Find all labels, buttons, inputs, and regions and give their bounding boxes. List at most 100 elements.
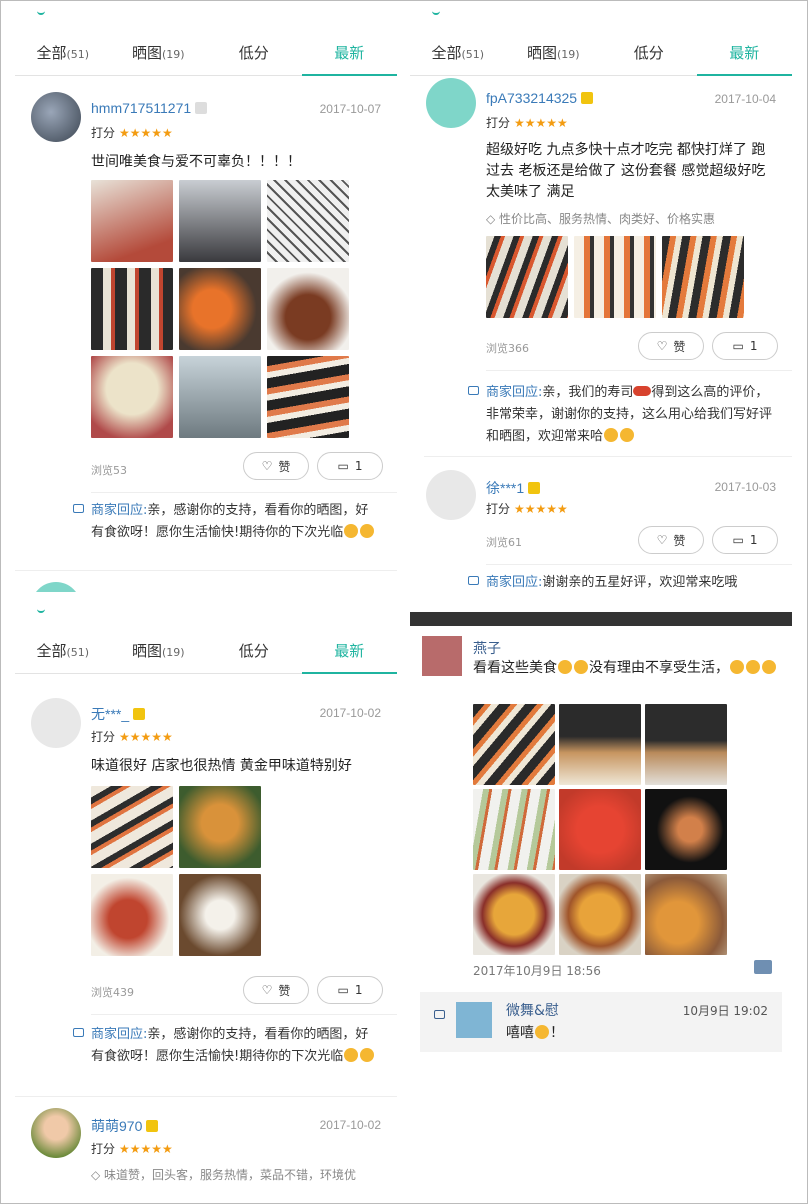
view-count: 浏览366	[486, 342, 529, 355]
review-item: fpA733214325 2017-10-04 打分 ★★★★★ 超级好吃 九点多…	[410, 76, 792, 592]
photo[interactable]	[91, 356, 173, 438]
photo[interactable]	[91, 786, 173, 868]
comment-text: 嘻嘻！	[506, 1025, 564, 1041]
avatar[interactable]	[31, 582, 81, 592]
more-actions-icon[interactable]	[754, 960, 772, 974]
tab-all[interactable]: 全部(51)	[15, 32, 111, 75]
tab-low-score[interactable]: 低分	[601, 32, 697, 75]
like-button[interactable]: ♡ 赞	[243, 452, 309, 480]
username[interactable]: 萌萌970	[91, 1116, 159, 1136]
dizzy-emoji-icon	[746, 660, 760, 674]
avatar[interactable]	[426, 78, 476, 128]
tab-photos[interactable]: 晒图(19)	[111, 630, 207, 673]
avatar[interactable]	[456, 1002, 492, 1038]
avatar[interactable]	[31, 92, 81, 142]
avatar[interactable]	[426, 470, 476, 520]
comment-icon: ▭	[337, 459, 349, 473]
username[interactable]: 徐***1	[486, 478, 541, 498]
username[interactable]: 无***_	[91, 704, 146, 724]
username[interactable]: fpA733214325	[486, 90, 594, 106]
status-mark	[37, 608, 45, 613]
comment-icon: ▭	[732, 533, 744, 547]
tab-all[interactable]: 全部(51)	[410, 32, 506, 75]
comment-button[interactable]: ▭ 1	[317, 976, 383, 1004]
avatar[interactable]	[31, 1108, 81, 1158]
photo[interactable]	[267, 268, 349, 350]
heart-eyes-emoji-icon	[574, 660, 588, 674]
username[interactable]: hmm717511271	[91, 100, 208, 116]
photo[interactable]	[473, 874, 555, 955]
tab-low-score[interactable]: 低分	[206, 32, 302, 75]
photo[interactable]	[179, 356, 261, 438]
photo[interactable]	[179, 268, 261, 350]
review-date: 2017-10-04	[714, 92, 776, 106]
rating-stars-icon: ★★★★★	[514, 502, 568, 516]
photo[interactable]	[645, 874, 727, 955]
photo[interactable]	[574, 236, 656, 318]
comment-icon	[434, 1010, 445, 1019]
photo[interactable]	[559, 789, 641, 870]
like-button[interactable]: ♡ 赞	[243, 976, 309, 1004]
tab-low-score[interactable]: 低分	[206, 630, 302, 673]
heart-icon: ♡	[656, 339, 668, 353]
moment-text: 看看这些美食 没有理由不享受生活，	[473, 658, 782, 679]
photo[interactable]	[486, 236, 568, 318]
post-time: 2017年10月9日 18:56	[473, 964, 601, 978]
photo[interactable]	[473, 789, 555, 870]
moment-panel: 燕子 看看这些美食 没有理由不享受生活， 2017年10月9日 18:56 微舞&…	[410, 612, 792, 1056]
poster-name[interactable]: 燕子	[473, 638, 501, 658]
comment-button[interactable]: ▭ 1	[712, 332, 778, 360]
photo[interactable]	[473, 704, 555, 785]
score-row: 打分 ★★★★★	[91, 126, 173, 140]
tab-all[interactable]: 全部(51)	[15, 630, 111, 673]
photo[interactable]	[645, 789, 727, 870]
like-button[interactable]: ♡ 赞	[638, 332, 704, 360]
photo[interactable]	[559, 704, 641, 785]
photo[interactable]	[559, 874, 641, 955]
photo[interactable]	[267, 356, 349, 438]
review-tabs: 全部(51) 晒图(19) 低分 最新	[410, 32, 792, 76]
heart-eyes-emoji-icon	[558, 660, 572, 674]
tab-latest[interactable]: 最新	[301, 32, 398, 76]
like-button[interactable]: ♡ 赞	[638, 526, 704, 554]
photo[interactable]	[267, 180, 349, 262]
review-item: hmm717511271 2017-10-07 打分 ★★★★★ 世间唯美食与爱不…	[15, 84, 397, 592]
photo[interactable]	[645, 704, 727, 785]
reply-bubble-icon	[73, 1028, 84, 1037]
tab-latest[interactable]: 最新	[301, 630, 398, 674]
rating-stars-icon: ★★★★★	[119, 730, 173, 744]
tab-photos[interactable]: 晒图(19)	[506, 32, 602, 75]
status-bar	[410, 612, 792, 626]
avatar[interactable]	[31, 698, 81, 748]
view-count: 浏览53	[91, 464, 127, 477]
tab-photos[interactable]: 晒图(19)	[111, 32, 207, 75]
commenter-name[interactable]: 微舞&慰	[506, 1000, 559, 1020]
username[interactable]: fpA733214325	[91, 590, 182, 592]
reply-bubble-icon	[468, 386, 479, 395]
photo[interactable]	[91, 180, 173, 262]
review-date: 2017-10-07	[319, 102, 381, 116]
photo[interactable]	[91, 268, 173, 350]
review-date: 2017-10-02	[319, 706, 381, 720]
photo-grid	[91, 180, 349, 438]
photo[interactable]	[662, 236, 744, 318]
avatar[interactable]	[422, 636, 462, 676]
review-date: 2017-10-02	[319, 1118, 381, 1132]
review-tags: ◇ 味道赞，回头客，服务热情，菜品不错，环境优	[91, 1168, 357, 1182]
smile-emoji-icon	[360, 524, 375, 538]
smile-emoji-icon	[344, 524, 359, 538]
comment-button[interactable]: ▭ 1	[712, 526, 778, 554]
rating-stars-icon: ★★★★★	[119, 1142, 173, 1156]
vip-badge-icon	[133, 708, 146, 720]
score-row: 打分 ★★★★★	[486, 116, 568, 130]
photo[interactable]	[179, 874, 261, 956]
photo[interactable]	[179, 180, 261, 262]
photo[interactable]	[91, 874, 173, 956]
score-row: 打分 ★★★★★	[486, 502, 568, 516]
tab-latest[interactable]: 最新	[696, 32, 793, 76]
comment-button[interactable]: ▭ 1	[317, 452, 383, 480]
vip-badge-icon	[195, 102, 208, 114]
photo[interactable]	[179, 786, 261, 868]
review-item: 无***_ 2017-10-02 打分 ★★★★★ 味道很好 店家也很热情 黄金甲…	[15, 682, 397, 1192]
review-date: 2017-10-03	[714, 480, 776, 494]
